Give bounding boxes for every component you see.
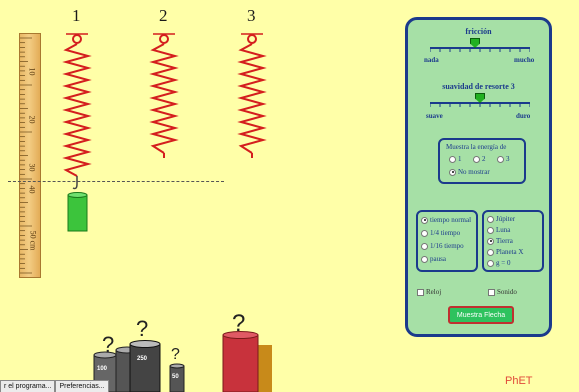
energy-box: Muestra la energía de 1 2 3 No mostrar (438, 138, 526, 184)
radio-icon (473, 155, 480, 163)
planet-option-4[interactable]: g = 0 (487, 259, 510, 267)
planet-option-label: g = 0 (496, 259, 511, 267)
radio-selected-icon (449, 168, 456, 176)
weight-hook-icon: ? (171, 346, 180, 363)
weight-250-label: 250 (137, 356, 148, 362)
weight-100-label: 100 (97, 366, 108, 372)
planet-option-label: Júpiter (496, 215, 516, 223)
radio-icon (487, 259, 494, 267)
checkbox-icon (417, 288, 424, 296)
green-mass[interactable] (67, 176, 88, 232)
checkbox-icon (488, 288, 495, 296)
spring-1[interactable] (62, 33, 92, 177)
planet-option-0[interactable]: Júpiter (487, 215, 515, 223)
energy-option-2[interactable]: 2 (473, 155, 486, 163)
radio-icon (421, 229, 428, 237)
weight-50-label: 50 (172, 374, 179, 380)
friction-min-label: nada (424, 56, 439, 64)
time-option-2[interactable]: 1/16 tiempo (421, 242, 464, 250)
time-option-3[interactable]: pausa (421, 255, 446, 263)
planet-box: Júpiter Luna Tierra Planeta X g = 0 (482, 210, 544, 272)
planet-option-1[interactable]: Luna (487, 226, 510, 234)
radio-selected-icon (487, 237, 494, 245)
planet-option-3[interactable]: Planeta X (487, 248, 523, 256)
show-arrow-button[interactable]: Muestra Flecha (448, 306, 514, 324)
energy-title: Muestra la energía de (446, 143, 507, 151)
red-mass[interactable] (222, 331, 272, 392)
weight-hook-icon: ? (136, 316, 149, 341)
sound-label: Sonido (497, 288, 517, 296)
planet-option-label: Planeta X (496, 248, 524, 256)
time-option-label: pausa (430, 255, 446, 263)
radio-icon (487, 248, 494, 256)
radio-icon (421, 242, 428, 250)
clock-label: Reloj (426, 288, 442, 296)
equilibrium-line (8, 181, 224, 182)
friction-title: fricción (465, 27, 492, 36)
radio-icon (449, 155, 456, 163)
time-option-1[interactable]: 1/4 tiempo (421, 229, 460, 237)
taskbar-tab-program[interactable]: r el programa... (0, 380, 56, 392)
time-option-0[interactable]: tiempo normal (421, 216, 471, 224)
energy-option-3[interactable]: 3 (497, 155, 510, 163)
time-option-label: 1/16 tiempo (430, 242, 464, 250)
clock-checkbox[interactable]: Reloj (417, 288, 441, 296)
weight-hook-icon: ? (102, 332, 115, 357)
time-box: tiempo normal 1/4 tiempo 1/16 tiempo pausa (416, 210, 478, 272)
energy-option-3-label: 3 (506, 155, 510, 163)
energy-option-1[interactable]: 1 (449, 155, 462, 163)
time-option-label: tiempo normal (430, 216, 472, 224)
taskbar-tab-preferences[interactable]: Preferencias... (55, 380, 109, 392)
spring-3[interactable] (237, 33, 267, 158)
energy-option-2-label: 2 (482, 155, 486, 163)
phet-logo: PhET (505, 375, 533, 387)
taskbar: r el programa... Preferencias... (0, 380, 109, 392)
energy-no-show[interactable]: No mostrar (449, 168, 490, 176)
softness-max-label: duro (516, 112, 531, 120)
friction-max-label: mucho (514, 56, 535, 64)
weight-hook-icon: ? (232, 310, 246, 337)
radio-icon (487, 226, 494, 234)
radio-selected-icon (421, 216, 428, 224)
sound-checkbox[interactable]: Sonido (488, 288, 517, 296)
time-option-label: 1/4 tiempo (430, 229, 461, 237)
radio-icon (421, 255, 428, 263)
spring-2[interactable] (149, 33, 179, 158)
radio-icon (497, 155, 504, 163)
energy-no-show-label: No mostrar (458, 168, 490, 176)
planet-option-label: Tierra (496, 237, 513, 245)
energy-option-1-label: 1 (458, 155, 462, 163)
softness-min-label: suave (426, 112, 443, 120)
planet-option-label: Luna (496, 226, 511, 234)
softness-title: suavidad de resorte 3 (442, 82, 515, 91)
radio-icon (487, 215, 494, 223)
friction-slider-ticks (430, 47, 530, 52)
planet-option-2[interactable]: Tierra (487, 237, 513, 245)
